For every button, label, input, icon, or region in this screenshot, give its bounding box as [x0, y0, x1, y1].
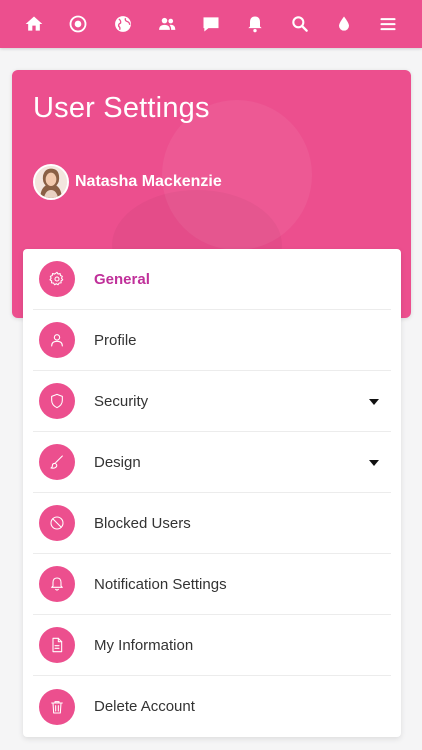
brush-icon: [39, 444, 75, 480]
menu-item-label: Delete Account: [94, 698, 195, 715]
menu-item-label: My Information: [94, 636, 194, 654]
shield-icon: [39, 383, 75, 419]
menu-item-notification-settings[interactable]: Notification Settings: [33, 554, 391, 615]
people-icon[interactable]: [155, 12, 179, 36]
bell-icon: [39, 566, 75, 602]
menu-item-label: Notification Settings: [94, 575, 227, 593]
target-icon[interactable]: [66, 12, 90, 36]
menu-item-general[interactable]: General: [33, 249, 391, 310]
drop-icon[interactable]: [332, 12, 356, 36]
menu-item-label: General: [94, 270, 150, 288]
settings-menu: General Profile Security Design Blocked …: [23, 249, 401, 737]
chevron-down-icon[interactable]: [369, 399, 379, 405]
menu-item-security[interactable]: Security: [33, 371, 391, 432]
bell-icon[interactable]: [243, 12, 267, 36]
menu-item-my-information[interactable]: My Information: [33, 615, 391, 676]
trash-icon: [39, 688, 75, 725]
gear-icon: [39, 261, 75, 297]
chevron-down-icon[interactable]: [369, 460, 379, 466]
hamburger-menu-icon[interactable]: [376, 12, 400, 36]
menu-item-profile[interactable]: Profile: [33, 310, 391, 371]
avatar[interactable]: [33, 164, 69, 200]
top-navbar: [0, 0, 422, 48]
menu-item-delete-account[interactable]: Delete Account: [33, 676, 391, 737]
globe-icon[interactable]: [111, 12, 135, 36]
user-profile-row[interactable]: Natasha Mackenzie: [33, 164, 222, 200]
user-name: Natasha Mackenzie: [75, 173, 222, 190]
menu-item-label: Profile: [94, 331, 137, 349]
block-icon: [39, 505, 75, 541]
menu-item-label: Blocked Users: [94, 514, 191, 532]
page-title: User Settings: [33, 92, 210, 124]
search-icon[interactable]: [288, 12, 312, 36]
menu-item-label: Security: [94, 392, 149, 410]
chat-icon[interactable]: [199, 12, 223, 36]
menu-item-design[interactable]: Design: [33, 432, 391, 493]
document-icon: [39, 627, 75, 663]
menu-item-label: Design: [94, 453, 141, 471]
home-icon[interactable]: [22, 12, 46, 36]
user-icon: [39, 322, 75, 358]
menu-item-blocked-users[interactable]: Blocked Users: [33, 493, 391, 554]
